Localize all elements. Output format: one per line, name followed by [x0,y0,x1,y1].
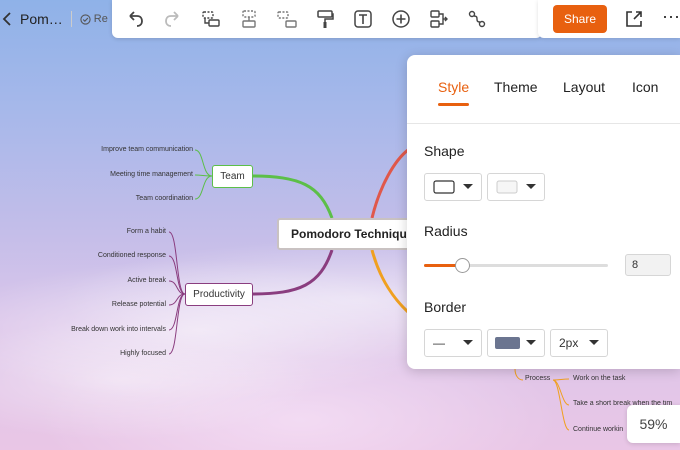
tab-icon[interactable]: Icon [632,79,658,95]
redo-button[interactable] [160,6,186,32]
team-leaf-1[interactable]: Improve team communication [101,146,193,153]
border-color-dropdown[interactable] [487,329,545,357]
right-header: Share ⋯ [538,0,680,38]
add-floating-topic-button[interactable] [274,6,300,32]
productivity-leaf-3[interactable]: Active break [127,277,166,284]
shape-section-title: Shape [424,143,465,159]
topic-productivity[interactable]: Productivity [185,283,253,306]
save-status: Re [80,13,108,25]
undo-button[interactable] [122,6,148,32]
add-topic-icon [202,11,220,27]
text-button[interactable] [350,6,376,32]
radius-slider-handle[interactable] [454,258,470,273]
central-topic-label: Pomodoro Techniqu [291,227,407,241]
export-icon[interactable] [623,8,645,30]
add-floating-topic-icon [277,11,297,28]
chevron-down-icon [463,340,473,345]
tab-style[interactable]: Style [438,79,469,95]
more-options-icon[interactable]: ⋯ [662,8,680,30]
format-painter-icon [317,10,334,28]
add-topic-button[interactable] [198,6,224,32]
fill-swatch-icon [496,180,518,194]
title-divider [70,11,72,27]
active-tab-indicator [438,103,469,106]
team-leaf-line-1 [194,149,213,177]
central-topic[interactable]: Pomodoro Techniqu [277,218,417,250]
branch-team-line [250,174,334,219]
connector-icon [468,10,486,28]
topic-process[interactable]: Process [525,375,550,382]
process-leaf-3[interactable]: Continue workin [573,426,623,433]
branch-productivity-line [250,249,334,296]
productivity-leaf-2[interactable]: Conditioned response [98,252,166,259]
border-color-swatch [495,337,520,349]
check-circle-icon [80,13,91,25]
main-toolbar [112,0,542,38]
team-leaf-2[interactable]: Meeting time management [110,171,193,178]
productivity-leaf-5[interactable]: Break down work into intervals [71,326,166,333]
insert-button[interactable] [388,6,414,32]
shape-dropdown[interactable] [424,173,482,201]
chevron-down-icon [526,184,536,189]
tab-layout[interactable]: Layout [563,79,605,95]
relationship-button[interactable] [426,6,452,32]
document-title[interactable]: Pom… [20,11,63,27]
undo-icon [129,11,143,27]
back-arrow-icon[interactable] [0,9,14,29]
format-panel: Style Theme Layout Icon Shape Radius 8 B… [407,55,680,369]
tab-theme[interactable]: Theme [494,79,538,95]
productivity-leaf-4[interactable]: Release potential [112,301,166,308]
panel-tabs: Style Theme Layout Icon [407,55,680,124]
productivity-leaf-lines [168,231,186,355]
radius-section-title: Radius [424,223,468,239]
redo-icon [165,11,179,27]
branch-orange-line [370,249,410,314]
radius-value-input[interactable]: 8 [625,254,671,276]
productivity-leaf-6[interactable]: Highly focused [120,350,166,357]
branch-red-line [370,148,409,219]
chevron-down-icon [463,184,473,189]
connector-button[interactable] [464,6,490,32]
title-area: Pom… Re [0,0,108,38]
relationship-icon [430,10,448,28]
add-subtopic-button[interactable] [236,6,262,32]
topic-team-label: Team [220,171,245,182]
format-painter-button[interactable] [312,6,338,32]
team-leaf-3[interactable]: Team coordination [136,195,193,202]
save-status-label: Re [93,13,108,25]
text-icon [354,10,372,28]
topic-team[interactable]: Team [212,165,253,188]
border-width-dropdown[interactable]: 2px [550,329,608,357]
topic-productivity-label: Productivity [193,289,245,300]
fill-color-dropdown[interactable] [487,173,545,201]
insert-icon [392,10,410,28]
border-width-value: 2px [559,336,579,350]
border-style-dropdown[interactable]: — [424,329,482,357]
process-leaf-1[interactable]: Work on the task [573,375,625,382]
chevron-down-icon [589,340,599,345]
rectangle-shape-icon [433,180,455,194]
productivity-leaf-1[interactable]: Form a habit [127,228,166,235]
border-section-title: Border [424,299,467,315]
team-leaf-line-3 [194,175,213,200]
radius-slider[interactable] [424,258,608,273]
add-subtopic-icon [242,10,256,28]
zoom-level[interactable]: 59% [627,405,680,443]
share-button[interactable]: Share [553,5,607,33]
chevron-down-icon [526,340,536,345]
border-style-value: — [433,336,445,350]
